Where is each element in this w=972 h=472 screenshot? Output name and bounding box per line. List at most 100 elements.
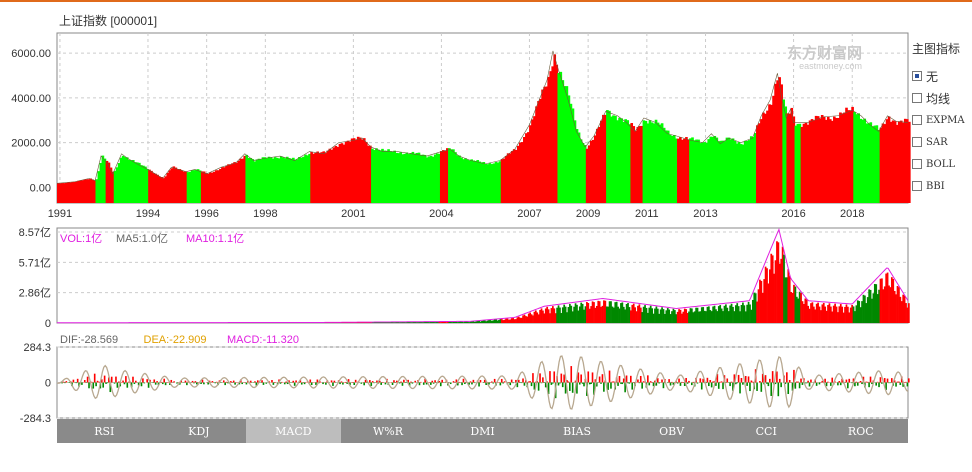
macd-bar xyxy=(729,382,731,387)
macd-bar xyxy=(344,381,347,383)
macd-bar xyxy=(439,382,442,387)
macd-bar xyxy=(690,382,693,386)
macd-bar xyxy=(630,375,632,383)
macd-bar xyxy=(140,382,143,387)
macd-bar xyxy=(770,382,773,396)
macd-bar xyxy=(411,382,414,384)
checkbox-icon[interactable] xyxy=(912,137,922,147)
vol-y-tick: 0 xyxy=(45,318,51,330)
macd-bar xyxy=(283,382,286,385)
macd-bar xyxy=(322,382,324,385)
macd-bar xyxy=(126,382,129,388)
indicator-option-bbi[interactable]: BBI xyxy=(912,175,972,197)
tab-bias[interactable]: BIAS xyxy=(529,419,625,443)
indicator-option-expma[interactable]: EXPMA xyxy=(912,109,972,131)
macd-bar xyxy=(856,382,859,386)
macd-bar xyxy=(638,382,641,384)
macd-bar xyxy=(681,381,683,383)
macd-bar xyxy=(678,378,680,383)
checkbox-icon[interactable] xyxy=(912,93,922,103)
macd-bar xyxy=(85,382,87,384)
macd-bar xyxy=(432,382,435,384)
macd-bar xyxy=(401,382,404,386)
macd-bar xyxy=(143,382,146,384)
macd-bar xyxy=(116,382,119,388)
macd-bar xyxy=(339,382,341,385)
checkbox-icon[interactable] xyxy=(912,71,922,81)
macd-bar xyxy=(720,381,723,383)
macd-bar xyxy=(591,372,594,383)
macd-bar xyxy=(472,379,475,383)
tab-wr[interactable]: W%R xyxy=(340,419,436,443)
macd-bar xyxy=(559,382,561,384)
macd-bar xyxy=(567,381,570,383)
macd-bar xyxy=(881,382,883,384)
macd-bar xyxy=(292,380,295,383)
macd-bar xyxy=(241,382,244,385)
macd-bar xyxy=(767,382,770,387)
tab-roc[interactable]: ROC xyxy=(813,419,909,443)
macd-bar xyxy=(133,382,136,385)
indicator-option-boll[interactable]: BOLL xyxy=(912,153,972,175)
macd-bar xyxy=(164,382,167,386)
macd-bar xyxy=(898,381,900,383)
price-x-tick: 2007 xyxy=(517,208,541,220)
macd-bar xyxy=(279,382,282,384)
tab-dmi[interactable]: DMI xyxy=(435,419,530,443)
macd-bar xyxy=(431,380,434,383)
price-x-tick: 2016 xyxy=(781,208,805,220)
macd-bar xyxy=(464,382,466,385)
macd-bar xyxy=(422,382,425,385)
macd-legend-0: DIF:-28.569 xyxy=(60,334,118,346)
tab-rsi[interactable]: RSI xyxy=(57,419,152,443)
macd-bar xyxy=(751,381,754,383)
macd-bar xyxy=(581,382,584,384)
macd-bar xyxy=(211,381,214,383)
macd-bar xyxy=(510,379,513,383)
tab-obv[interactable]: OBV xyxy=(624,419,719,443)
price-y-tick: 4000.00 xyxy=(11,93,51,105)
macd-bar xyxy=(847,382,849,389)
macd-bar xyxy=(708,382,710,387)
macd-bar xyxy=(671,381,673,383)
macd-bar xyxy=(64,382,66,384)
macd-bar xyxy=(710,382,713,388)
macd-bar xyxy=(522,378,524,383)
macd-bar xyxy=(96,380,99,383)
checkbox-icon[interactable] xyxy=(912,115,922,125)
macd-bar xyxy=(132,376,134,383)
macd-bar xyxy=(232,380,235,383)
macd-bar xyxy=(380,382,382,385)
macd-bar xyxy=(788,379,791,383)
macd-bar xyxy=(384,382,387,385)
macd-bar xyxy=(353,382,356,386)
macd-bar xyxy=(737,374,740,383)
tab-cci[interactable]: CCI xyxy=(718,419,814,443)
price-x-tick: 2013 xyxy=(693,208,717,220)
macd-bar xyxy=(529,381,531,383)
macd-legend-1: DEA:-22.909 xyxy=(144,334,207,346)
vol-y-tick: 5.71亿 xyxy=(19,256,51,269)
macd-bar xyxy=(214,382,217,384)
macd-bar xyxy=(325,382,327,385)
indicator-option-无[interactable]: 无 xyxy=(912,65,972,87)
macd-bar xyxy=(617,382,619,386)
macd-bar xyxy=(316,379,319,383)
tab-kdj[interactable]: KDJ xyxy=(151,419,247,443)
macd-bar xyxy=(72,379,75,383)
checkbox-icon[interactable] xyxy=(912,159,922,169)
macd-bar xyxy=(113,382,116,384)
macd-bar xyxy=(86,376,89,383)
macd-bar xyxy=(500,378,503,383)
macd-bar xyxy=(719,381,721,383)
vol-bar xyxy=(908,303,910,323)
indicator-option-sar[interactable]: SAR xyxy=(912,131,972,153)
tab-macd[interactable]: MACD xyxy=(246,419,341,443)
macd-bar xyxy=(170,379,173,383)
macd-bar xyxy=(717,382,720,389)
macd-bar xyxy=(262,382,265,385)
checkbox-icon[interactable] xyxy=(912,181,922,191)
macd-bar xyxy=(123,382,126,385)
indicator-option-均线[interactable]: 均线 xyxy=(912,87,972,109)
indicator-tabs: RSI KDJ MACD W%R DMI BIAS OBV CCI ROC xyxy=(57,419,909,443)
